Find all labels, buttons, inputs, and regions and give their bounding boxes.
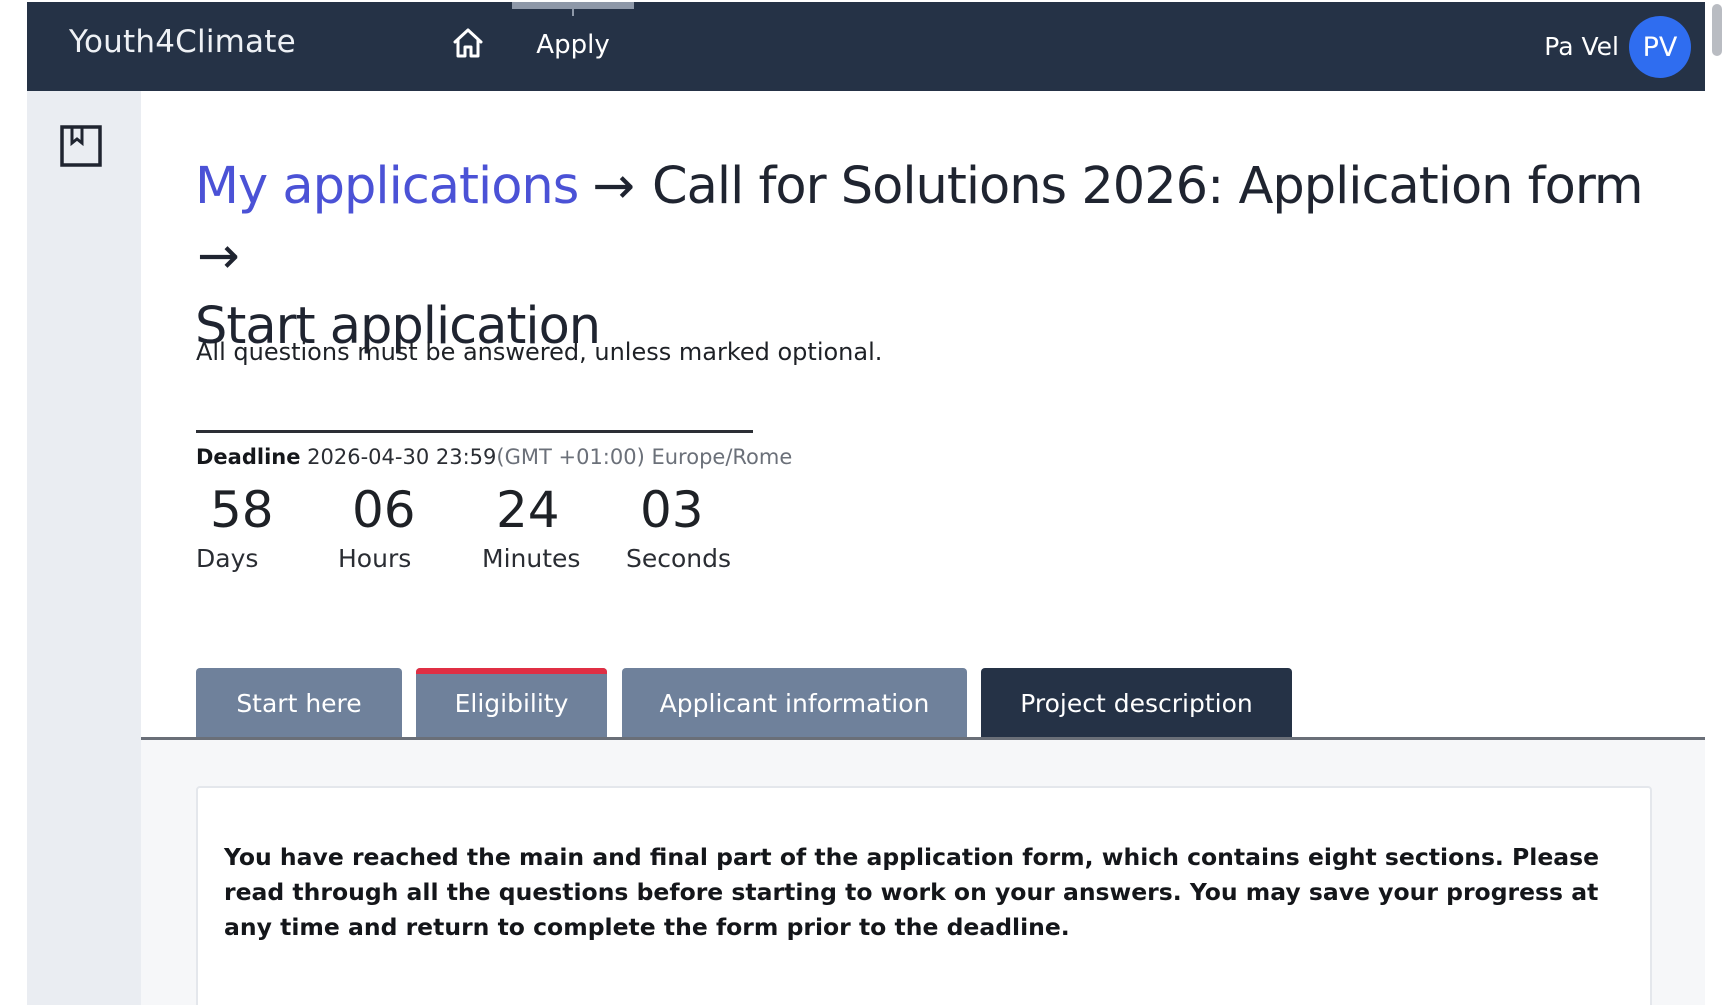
page-scrollbar[interactable] — [1708, 0, 1726, 1007]
user-name[interactable]: Pa Vel — [1544, 32, 1619, 61]
countdown-value: 24 — [496, 481, 560, 539]
deadline-date: 2026-04-30 23:59 — [307, 445, 497, 469]
tab-start-here[interactable]: Start here — [196, 668, 402, 738]
countdown-value: 06 — [352, 481, 416, 539]
deadline-line: Deadline 2026-04-30 23:59(GMT +01:00) Eu… — [196, 445, 792, 469]
nav-apply-link[interactable]: Apply — [512, 2, 634, 91]
form-instructions: All questions must be answered, unless m… — [196, 338, 883, 366]
tab-label: Project description — [1020, 688, 1253, 718]
page-title-breadcrumb: My applications → Call for Solutions 2026:… — [195, 152, 1675, 362]
top-nav-bar: Youth4Climate Apply Pa Vel PV — [27, 2, 1705, 91]
deadline-label: Deadline — [196, 445, 301, 469]
breadcrumb-arrow-icon-2: → — [197, 227, 240, 286]
bookmark-icon — [60, 125, 102, 171]
tab-label: Start here — [236, 688, 362, 718]
countdown-value: 58 — [210, 481, 274, 539]
countdown-unit-label: Seconds — [626, 544, 732, 573]
breadcrumb-arrow-icon: → — [592, 157, 635, 216]
active-nav-indicator-tick — [572, 2, 574, 16]
countdown-hours: 06 Hours — [338, 480, 416, 573]
intro-card: You have reached the main and final part… — [196, 786, 1652, 1005]
countdown-unit-label: Days — [196, 544, 259, 573]
left-sidebar — [27, 91, 141, 1005]
deadline-divider — [196, 430, 753, 433]
nav-apply-label: Apply — [536, 30, 610, 60]
tab-applicant-information[interactable]: Applicant information — [622, 668, 967, 738]
app-window: Youth4Climate Apply Pa Vel PV My applica… — [27, 2, 1705, 1005]
tab-error-indicator — [416, 668, 607, 674]
countdown-value: 03 — [640, 481, 704, 539]
brand-logo-text[interactable]: Youth4Climate — [69, 24, 296, 60]
tab-label: Applicant information — [659, 688, 930, 718]
deadline-timezone: (GMT +01:00) Europe/Rome — [496, 445, 793, 469]
breadcrumb-form-name: Call for Solutions 2026: Application for… — [652, 157, 1644, 216]
tab-label: Eligibility — [454, 688, 569, 718]
countdown-unit-label: Hours — [338, 544, 412, 573]
home-icon — [450, 25, 486, 65]
countdown-days: 58 Days — [196, 480, 274, 573]
bookmark-button[interactable] — [60, 125, 102, 167]
tab-project-description[interactable]: Project description — [981, 668, 1292, 738]
countdown-unit-label: Minutes — [482, 544, 581, 573]
scrollbar-thumb[interactable] — [1712, 4, 1722, 56]
countdown-seconds: 03 Seconds — [626, 480, 731, 573]
intro-text: You have reached the main and final part… — [224, 843, 1600, 941]
countdown-minutes: 24 Minutes — [482, 480, 580, 573]
breadcrumb-my-applications-link[interactable]: My applications — [195, 157, 579, 216]
user-avatar[interactable]: PV — [1629, 16, 1691, 78]
tab-eligibility[interactable]: Eligibility — [416, 668, 607, 738]
home-button[interactable] — [447, 24, 489, 66]
